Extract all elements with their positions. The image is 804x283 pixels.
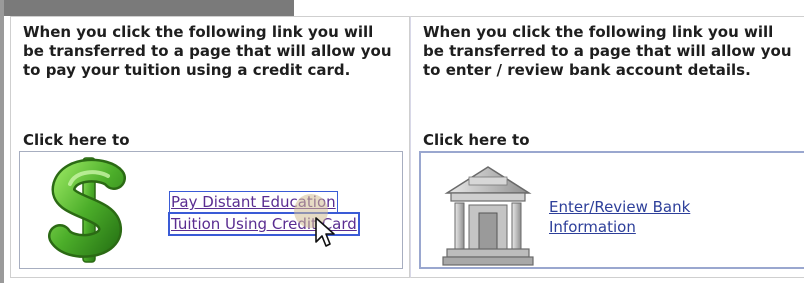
- enter-review-bank-link[interactable]: Enter/Review Bank Information: [549, 197, 690, 237]
- bank-link-line1[interactable]: Enter/Review Bank: [549, 197, 690, 217]
- bank-details-option-box: Enter/Review Bank Information: [419, 151, 804, 269]
- bank-details-panel: When you click the following link you wi…: [410, 16, 804, 278]
- window-left-edge: [0, 0, 4, 283]
- bank-link-line2[interactable]: Information: [549, 217, 690, 237]
- credit-card-option-box: Pay Distant Education Tuition Using Cred…: [19, 151, 403, 269]
- credit-card-description: When you click the following link you wi…: [23, 23, 392, 79]
- bank-details-click-label: Click here to: [423, 131, 530, 149]
- credit-card-panel: When you click the following link you wi…: [10, 16, 410, 278]
- bank-details-description: When you click the following link you wi…: [423, 23, 792, 79]
- dollar-icon: [48, 157, 126, 263]
- bank-icon: [442, 166, 534, 266]
- mouse-pointer-icon: [315, 217, 335, 247]
- window-top-bar: [0, 0, 294, 16]
- credit-card-click-label: Click here to: [23, 131, 130, 149]
